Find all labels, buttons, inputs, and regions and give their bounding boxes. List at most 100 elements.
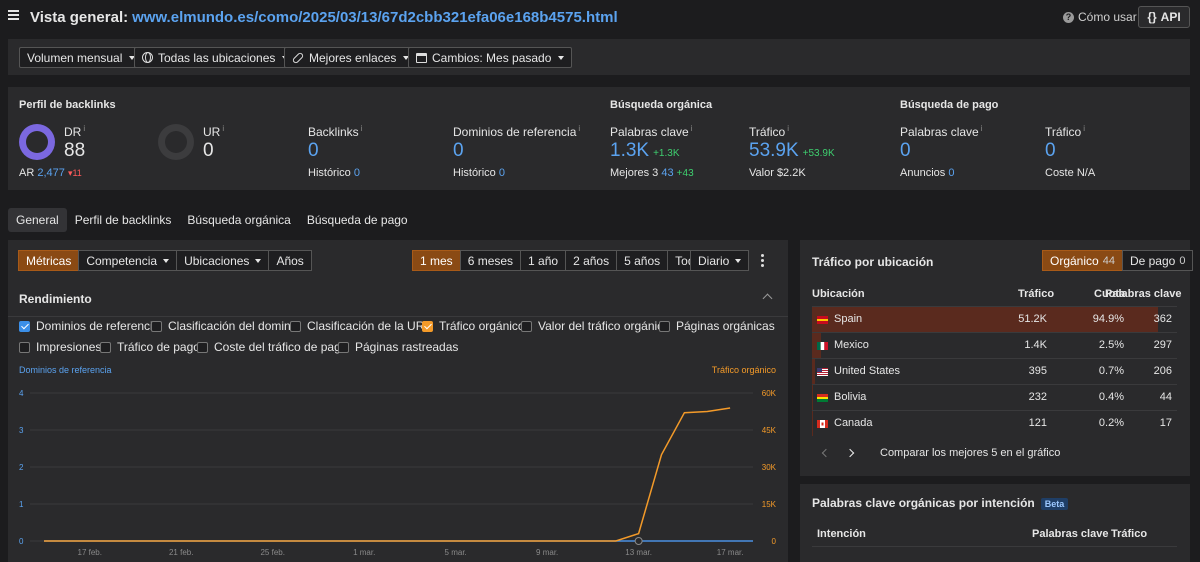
checkbox-organic-traffic[interactable]: Tráfico orgánico — [422, 319, 525, 333]
location-row[interactable]: United States 395 0.7% 206 — [812, 358, 1177, 384]
checkbox-box[interactable] — [659, 320, 670, 332]
organic-keywords-value[interactable]: 1.3K — [610, 140, 649, 161]
checkbox-paid-traffic-cost[interactable]: Coste del tráfico de pago — [197, 340, 347, 354]
view-tab-competition[interactable]: Competencia — [78, 250, 178, 271]
column-header-keywords[interactable]: Palabras clave — [1105, 288, 1181, 300]
keywords-value[interactable]: 362 — [1132, 313, 1172, 325]
paid-traffic-value[interactable]: 0 — [1045, 140, 1056, 162]
traffic-value-label: Valor — [749, 167, 774, 179]
location-row[interactable]: Spain 51.2K 94.9% 362 — [812, 306, 1177, 332]
location-row[interactable]: Canada 121 0.2% 17 — [812, 410, 1177, 436]
ref-domains-value[interactable]: 0 — [453, 140, 464, 162]
granularity-dropdown[interactable]: Diario — [690, 250, 750, 271]
ads-value[interactable]: 0 — [948, 167, 954, 179]
compare-top5-link[interactable]: Comparar los mejores 5 en el gráfico — [880, 447, 1060, 459]
checkbox-label: Páginas rastreadas — [355, 340, 459, 354]
organic-traffic-label-text: Tráfico — [749, 125, 786, 139]
checkbox-organic-pages[interactable]: Páginas orgánicas — [659, 319, 775, 333]
country-name: Spain — [834, 313, 863, 325]
info-icon[interactable]: i — [1083, 124, 1085, 133]
country-name: Mexico — [834, 339, 869, 351]
y-tick-label-left: 0 — [19, 537, 24, 546]
location-row[interactable]: Mexico 1.4K 2.5% 297 — [812, 332, 1177, 358]
checkbox-box[interactable] — [19, 341, 30, 353]
tab-backlink-profile[interactable]: Perfil de backlinks — [67, 208, 180, 232]
range-1-year[interactable]: 1 año — [520, 250, 567, 271]
tab-general[interactable]: General — [8, 208, 67, 232]
info-icon[interactable]: i — [83, 124, 85, 133]
checkbox-crawled-pages[interactable]: Páginas rastreadas — [338, 340, 458, 354]
checkbox-box[interactable] — [422, 320, 433, 332]
organic-traffic-value[interactable]: 53.9K — [749, 140, 799, 161]
checkbox-box[interactable] — [290, 320, 301, 332]
toggle-organic[interactable]: Orgánico 44 — [1042, 250, 1123, 271]
share-bar — [812, 385, 813, 410]
intent-panel: Palabras clave orgánicas por intención Be… — [800, 484, 1190, 562]
info-icon[interactable]: i — [361, 124, 363, 133]
granularity-button[interactable]: Diario — [690, 250, 750, 271]
cost-row: Coste N/A — [1045, 167, 1095, 179]
tab-paid-search[interactable]: Búsqueda de pago — [299, 208, 416, 232]
country-name: Canada — [834, 417, 873, 429]
info-icon[interactable]: i — [787, 124, 789, 133]
backlinks-value[interactable]: 0 — [308, 140, 319, 162]
checkbox-ref-domains[interactable]: Dominios de referencia — [19, 319, 159, 333]
keywords-value[interactable]: 17 — [1132, 417, 1172, 429]
checkbox-box[interactable] — [521, 320, 532, 332]
checkbox-box[interactable] — [19, 320, 30, 332]
location-row[interactable]: Bolivia 232 0.4% 44 — [812, 384, 1177, 410]
range-2-years[interactable]: 2 años — [565, 250, 618, 271]
volume-dropdown[interactable]: Volumen mensual — [19, 47, 144, 68]
country-name: United States — [834, 365, 901, 377]
keywords-value[interactable]: 206 — [1132, 365, 1172, 377]
checkbox-box[interactable] — [151, 320, 162, 332]
toggle-paid[interactable]: De pago 0 — [1121, 250, 1194, 271]
locations-dropdown[interactable]: Todas las ubicaciones — [134, 47, 297, 68]
info-icon[interactable]: i — [691, 124, 693, 133]
y-tick-label-right: 15K — [762, 500, 777, 509]
chevron-right-icon[interactable] — [845, 448, 855, 458]
checkbox-box[interactable] — [197, 341, 208, 353]
checkbox-box[interactable] — [338, 341, 349, 353]
toggle-organic-label: Orgánico — [1050, 253, 1099, 268]
ref-domains-history-value[interactable]: 0 — [499, 167, 505, 179]
checkbox-box[interactable] — [100, 341, 111, 353]
view-tab-years[interactable]: Años — [268, 250, 312, 271]
checkbox-organic-traffic-value[interactable]: Valor del tráfico orgánico — [521, 319, 670, 333]
range-5-years[interactable]: 5 años — [616, 250, 669, 271]
api-button[interactable]: {} API — [1138, 6, 1190, 28]
ar-value[interactable]: 2,477 — [37, 167, 65, 179]
range-1-month[interactable]: 1 mes — [412, 250, 461, 271]
menu-icon[interactable] — [8, 10, 19, 20]
column-header-traffic[interactable]: Tráfico — [1018, 288, 1054, 300]
keywords-value[interactable]: 297 — [1132, 339, 1172, 351]
checkbox-label: Coste del tráfico de pago — [214, 340, 348, 354]
target-url[interactable]: www.elmundo.es/como/2025/03/13/67d2cbb32… — [132, 9, 618, 26]
links-dropdown[interactable]: Mejores enlaces — [284, 47, 418, 68]
tab-organic-search[interactable]: Búsqueda orgánica — [179, 208, 298, 232]
paid-keywords-value[interactable]: 0 — [900, 140, 911, 162]
column-header-location[interactable]: Ubicación — [812, 288, 865, 300]
checkbox-label: Páginas orgánicas — [676, 319, 775, 333]
checkbox-domain-rating[interactable]: Clasificación del dominio — [151, 319, 300, 333]
backlinks-history-value[interactable]: 0 — [354, 167, 360, 179]
dr-label: DR i — [64, 124, 85, 139]
top3-value[interactable]: 43 — [661, 167, 673, 179]
info-icon[interactable]: i — [981, 124, 983, 133]
checkbox-url-rating[interactable]: Clasificación de la URL — [290, 319, 431, 333]
checkbox-impressions[interactable]: Impresiones — [19, 340, 101, 354]
how-to-use-link[interactable]: ? Cómo usar — [1063, 10, 1137, 24]
view-tab-metrics[interactable]: Métricas — [18, 250, 80, 271]
range-6-months[interactable]: 6 meses — [459, 250, 522, 271]
changes-dropdown[interactable]: Cambios: Mes pasado — [408, 47, 573, 68]
info-icon[interactable]: i — [578, 124, 580, 133]
share-value: 2.5% — [1098, 339, 1124, 351]
collapse-icon[interactable] — [762, 293, 773, 304]
more-options-icon[interactable] — [761, 254, 764, 267]
chevron-left-icon[interactable] — [821, 448, 831, 458]
organic-keywords-delta: +1.3K — [653, 148, 680, 159]
checkbox-paid-traffic[interactable]: Tráfico de pago — [100, 340, 200, 354]
view-tab-locations[interactable]: Ubicaciones — [176, 250, 270, 271]
info-icon[interactable]: i — [222, 124, 224, 133]
keywords-value[interactable]: 44 — [1132, 391, 1172, 403]
